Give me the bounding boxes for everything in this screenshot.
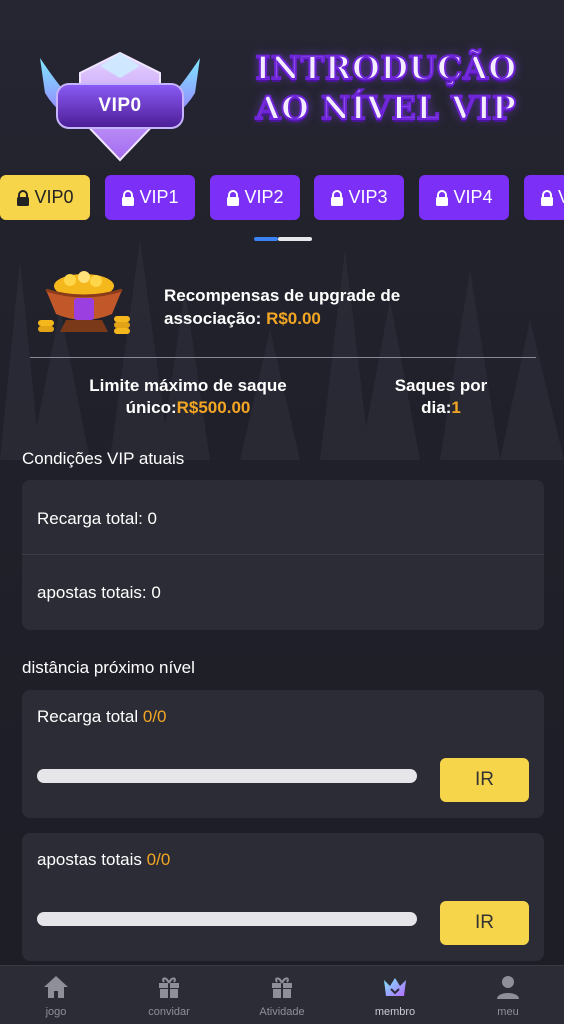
upgrade-reward: Recompensas de upgrade de associação: R$… <box>164 284 464 330</box>
lock-icon <box>17 189 30 206</box>
withdraw-limit: Limite máximo de saque único:R$500.00 <box>60 375 316 419</box>
page-title: INTRODUÇÃO AO NÍVEL VIP <box>236 48 536 128</box>
bets-progress-bar <box>37 912 417 926</box>
current-recharge: Recarga total: 0 <box>37 509 158 528</box>
withdraw-limit-value: R$500.00 <box>176 398 251 417</box>
tab-label: V <box>558 187 564 208</box>
recharge-requirement: Recarga total 0/0 <box>37 707 167 727</box>
nav-item-atividade[interactable]: Atividade <box>226 966 338 1024</box>
upgrade-reward-value: R$0.00 <box>266 309 321 328</box>
nav-label: Atividade <box>259 1006 305 1018</box>
bottom-nav: jogo convidar Atividade membro meu <box>0 965 564 1024</box>
bets-requirement-value: 0/0 <box>146 850 171 869</box>
current-bets: apostas totais: 0 <box>37 583 161 602</box>
recharge-requirement-label: Recarga total <box>37 707 139 726</box>
title-line-1: INTRODUÇÃO <box>254 48 517 88</box>
tab-scroll-indicator <box>254 237 312 241</box>
tab-vip1[interactable]: VIP1 <box>105 175 195 220</box>
current-conditions-card: Recarga total: 0 apostas totais: 0 <box>22 480 544 630</box>
tab-label: VIP0 <box>34 187 74 207</box>
lock-icon <box>331 189 344 206</box>
nav-label: membro <box>374 1006 416 1018</box>
withdrawals-per-day-label: Saques por dia: <box>394 376 488 417</box>
lock-icon <box>122 189 135 206</box>
home-icon <box>44 976 68 998</box>
tab-vip4[interactable]: VIP4 <box>419 175 509 220</box>
withdrawals-per-day-value: 1 <box>451 398 461 417</box>
vip-header: VIP0 INTRODUÇÃO AO NÍVEL VIP <box>0 0 564 170</box>
treasure-pot-icon <box>38 271 130 334</box>
tab-vip0[interactable]: VIP0 <box>0 175 90 220</box>
user-icon <box>497 976 519 999</box>
recharge-progress-bar <box>37 769 417 783</box>
nav-label: jogo <box>45 1006 67 1018</box>
nav-item-convidar[interactable]: convidar <box>113 966 225 1024</box>
next-level-bets-card: apostas totais 0/0 IR <box>22 833 544 961</box>
bets-go-button[interactable]: IR <box>440 901 529 945</box>
recharge-go-button[interactable]: IR <box>440 758 529 802</box>
vip-screen: VIP0 INTRODUÇÃO AO NÍVEL VIP VIP0 VIP1 V… <box>0 0 564 1024</box>
nav-item-meu[interactable]: meu <box>452 966 564 1024</box>
gift-icon <box>272 977 292 998</box>
title-line-2: AO NÍVEL VIP <box>255 88 517 128</box>
divider <box>30 357 536 358</box>
nav-item-jogo[interactable]: jogo <box>0 966 112 1024</box>
lock-icon <box>541 189 553 206</box>
nav-item-membro[interactable]: membro <box>339 966 451 1024</box>
vip-level-tabs: VIP0 VIP1 VIP2 VIP3 VIP4 V <box>0 175 564 221</box>
recharge-requirement-value: 0/0 <box>142 707 167 726</box>
nav-label: meu <box>497 1006 519 1018</box>
next-level-title: distância próximo nível <box>22 658 195 677</box>
lock-icon <box>227 189 240 206</box>
bets-requirement-label: apostas totais <box>37 850 142 869</box>
tab-label: VIP4 <box>453 187 493 207</box>
lock-icon <box>436 189 449 206</box>
gift-icon <box>159 977 179 998</box>
crown-icon <box>384 978 406 996</box>
tab-label: VIP3 <box>348 187 388 207</box>
bets-requirement: apostas totais 0/0 <box>37 850 170 870</box>
tab-vip3[interactable]: VIP3 <box>314 175 404 220</box>
tab-label: VIP1 <box>139 187 179 207</box>
withdrawals-per-day: Saques por dia:1 <box>380 375 502 419</box>
nav-label: convidar <box>148 1006 190 1018</box>
vip-badge-label: VIP0 <box>98 95 142 116</box>
forest-background <box>0 240 564 460</box>
card-divider <box>22 554 544 555</box>
tab-vip2[interactable]: VIP2 <box>210 175 300 220</box>
current-conditions-title: Condições VIP atuais <box>22 449 185 468</box>
next-level-recharge-card: Recarga total 0/0 IR <box>22 690 544 818</box>
tab-vip5[interactable]: V <box>524 175 564 220</box>
tab-label: VIP2 <box>244 187 284 207</box>
